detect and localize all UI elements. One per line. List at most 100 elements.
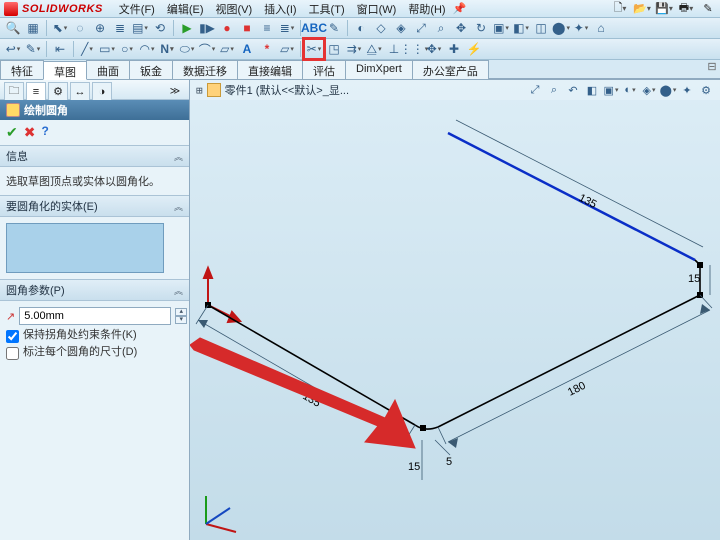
menu-file[interactable]: 文件(F) (113, 1, 161, 17)
dim-h-small: 15 (408, 461, 420, 473)
dim-each-checkbox[interactable] (6, 347, 19, 360)
tab-surface[interactable]: 曲面 (86, 60, 130, 79)
entities-section-header[interactable]: 要圆角化的实体(E) ︽ (0, 195, 189, 217)
radius-input[interactable] (19, 307, 171, 325)
keep-constraints-checkbox[interactable] (6, 330, 19, 343)
save-button[interactable]: 💾▾ (656, 1, 672, 17)
solidworks-icon (4, 2, 18, 16)
options-button[interactable]: ✎ (700, 1, 716, 17)
tb-section-icon[interactable]: ◧ (512, 19, 530, 37)
sk-fillet-icon[interactable]: ⌒ (198, 40, 216, 58)
tb-rotate-icon[interactable]: ↻ (472, 19, 490, 37)
tb-savedview-icon[interactable]: ⌂ (592, 19, 610, 37)
sk-offset-icon[interactable]: ⇉ (345, 40, 363, 58)
tab-datamigration[interactable]: 数据迁移 (172, 60, 238, 79)
tb-magnify-icon[interactable]: 🔍 (4, 19, 22, 37)
tb-macro-icon[interactable]: ≣ (278, 19, 296, 37)
pm-tab-property-mgr[interactable]: ≡ (26, 82, 46, 100)
tb-list-icon[interactable]: ≣ (111, 19, 129, 37)
sk-plane-icon[interactable]: ▱ (278, 40, 296, 58)
sketch-canvas: 135 180 135 15 15 5 (190, 80, 720, 540)
tab-sheetmetal[interactable]: 钣金 (129, 60, 173, 79)
menu-edit[interactable]: 编辑(E) (161, 1, 210, 17)
tb-lasso-icon[interactable]: ◌ (71, 19, 89, 37)
sk-spline-icon[interactable]: N (158, 40, 176, 58)
tb-wire-icon[interactable]: ◇ (372, 19, 390, 37)
pin-icon[interactable]: 📌 (452, 1, 468, 17)
sk-sketch-icon[interactable]: ✎ (24, 40, 42, 58)
info-section-header[interactable]: 信息 ︽ (0, 145, 189, 167)
tb-play-icon[interactable]: ▶ (178, 19, 196, 37)
tb-render-icon[interactable]: ✦ (572, 19, 590, 37)
sk-mirror-icon[interactable]: ⧋ (365, 40, 383, 58)
tb-scene-icon[interactable]: ◫ (532, 19, 550, 37)
graphics-viewport[interactable]: ⊞ 零件1 (默认<<默认>_显... ⤢ ⌕ ↶ ◧ ▣ ◐ ◈ ⬤ ✦ ⚙ (190, 80, 720, 540)
menu-window[interactable]: 窗口(W) (351, 1, 403, 17)
tb-spellcheck-icon[interactable]: ABC (305, 19, 323, 37)
sk-line-icon[interactable]: ╱ (78, 40, 96, 58)
sk-slot-icon[interactable]: ▱ (218, 40, 236, 58)
pm-tab-feature-tree[interactable]: 🗀 (4, 82, 24, 100)
tb-rec-icon[interactable]: ● (218, 19, 236, 37)
sk-convert-icon[interactable]: ◳ (325, 40, 343, 58)
property-manager-panel: 🗀 ≡ ⚙ ↔ ◑ ≫ 绘制圆角 ✔ ✖ ? 信息 ︽ 选取草图顶点或实体以圆角… (0, 80, 190, 540)
tb-appearance-icon[interactable]: ⬤ (552, 19, 570, 37)
open-doc-button[interactable]: 📂▾ (634, 1, 650, 17)
menu-insert[interactable]: 插入(I) (258, 1, 302, 17)
tb-box-icon[interactable]: ▦ (24, 19, 42, 37)
help-button[interactable]: ? (41, 124, 48, 141)
radius-spinner[interactable]: ▴▾ (175, 308, 187, 324)
sk-exit-icon[interactable]: ↩ (4, 40, 22, 58)
tb-hlr-icon[interactable]: ◈ (392, 19, 410, 37)
tb-step-icon[interactable]: ▮▶ (198, 19, 216, 37)
tb-script-icon[interactable]: ≡ (258, 19, 276, 37)
tab-sketch[interactable]: 草图 (43, 61, 87, 80)
tb-shaded-icon[interactable]: ◐ (352, 19, 370, 37)
tb-pan-icon[interactable]: ✥ (452, 19, 470, 37)
new-doc-button[interactable]: 🗋▾ (612, 1, 628, 17)
entity-selection-list[interactable] (6, 223, 164, 273)
sk-circle-icon[interactable]: ○ (118, 40, 136, 58)
tb-cursor-icon[interactable]: ⬉ (51, 19, 69, 37)
entities-section-body (0, 217, 189, 279)
sk-repair-icon[interactable]: ✚ (445, 40, 463, 58)
menu-view[interactable]: 视图(V) (210, 1, 259, 17)
ribbon-close-icon[interactable]: ⊟ (704, 60, 720, 79)
sk-dim-icon[interactable]: ⇤ (51, 40, 69, 58)
tab-evaluate[interactable]: 评估 (302, 60, 346, 79)
pm-title: 绘制圆角 (24, 102, 68, 118)
tb-target-icon[interactable]: ⊕ (91, 19, 109, 37)
command-tabs: 特征 草图 曲面 钣金 数据迁移 直接编辑 评估 DimXpert 办公室产品 … (0, 60, 720, 80)
tb-views-icon[interactable]: ▣ (492, 19, 510, 37)
ok-button[interactable]: ✔ (6, 124, 18, 141)
tb-stop-icon[interactable]: ■ (238, 19, 256, 37)
app-name: SOLIDWORKS (22, 3, 103, 15)
pm-collapse-icon[interactable]: ≫ (165, 82, 185, 100)
sk-quick-icon[interactable]: ⚡ (465, 40, 483, 58)
cancel-button[interactable]: ✖ (24, 124, 36, 141)
tab-directedit[interactable]: 直接编辑 (237, 60, 303, 79)
sk-text-icon[interactable]: A (238, 40, 256, 58)
tb-filter-icon[interactable]: ▤ (131, 19, 149, 37)
tb-zoomfit-icon[interactable]: ⤢ (412, 19, 430, 37)
menu-help[interactable]: 帮助(H) (402, 1, 451, 17)
sk-pattern-icon[interactable]: ⋮⋮ (405, 40, 423, 58)
tab-dimxpert[interactable]: DimXpert (345, 60, 413, 79)
sk-ellipse-icon[interactable]: ⬭ (178, 40, 196, 58)
tab-features[interactable]: 特征 (0, 60, 44, 79)
tab-office[interactable]: 办公室产品 (412, 60, 489, 79)
sk-arc-icon[interactable]: ◠ (138, 40, 156, 58)
pm-tab-display-mgr[interactable]: ◑ (92, 82, 112, 100)
pm-tab-dim-mgr[interactable]: ↔ (70, 82, 90, 100)
params-section-header[interactable]: 圆角参数(P) ︽ (0, 279, 189, 301)
sk-trim-icon[interactable]: ✂ (305, 40, 323, 58)
sk-point-icon[interactable]: * (258, 40, 276, 58)
pm-tab-config-mgr[interactable]: ⚙ (48, 82, 68, 100)
sk-move-icon[interactable]: ✥ (425, 40, 443, 58)
menu-tools[interactable]: 工具(T) (303, 1, 351, 17)
tb-prev-icon[interactable]: ⟲ (151, 19, 169, 37)
sk-rect-icon[interactable]: ▭ (98, 40, 116, 58)
print-button[interactable]: 🖶▾ (678, 1, 694, 17)
tb-zoomwin-icon[interactable]: ⌕ (432, 19, 450, 37)
tb-annot-icon[interactable]: ✎ (325, 19, 343, 37)
